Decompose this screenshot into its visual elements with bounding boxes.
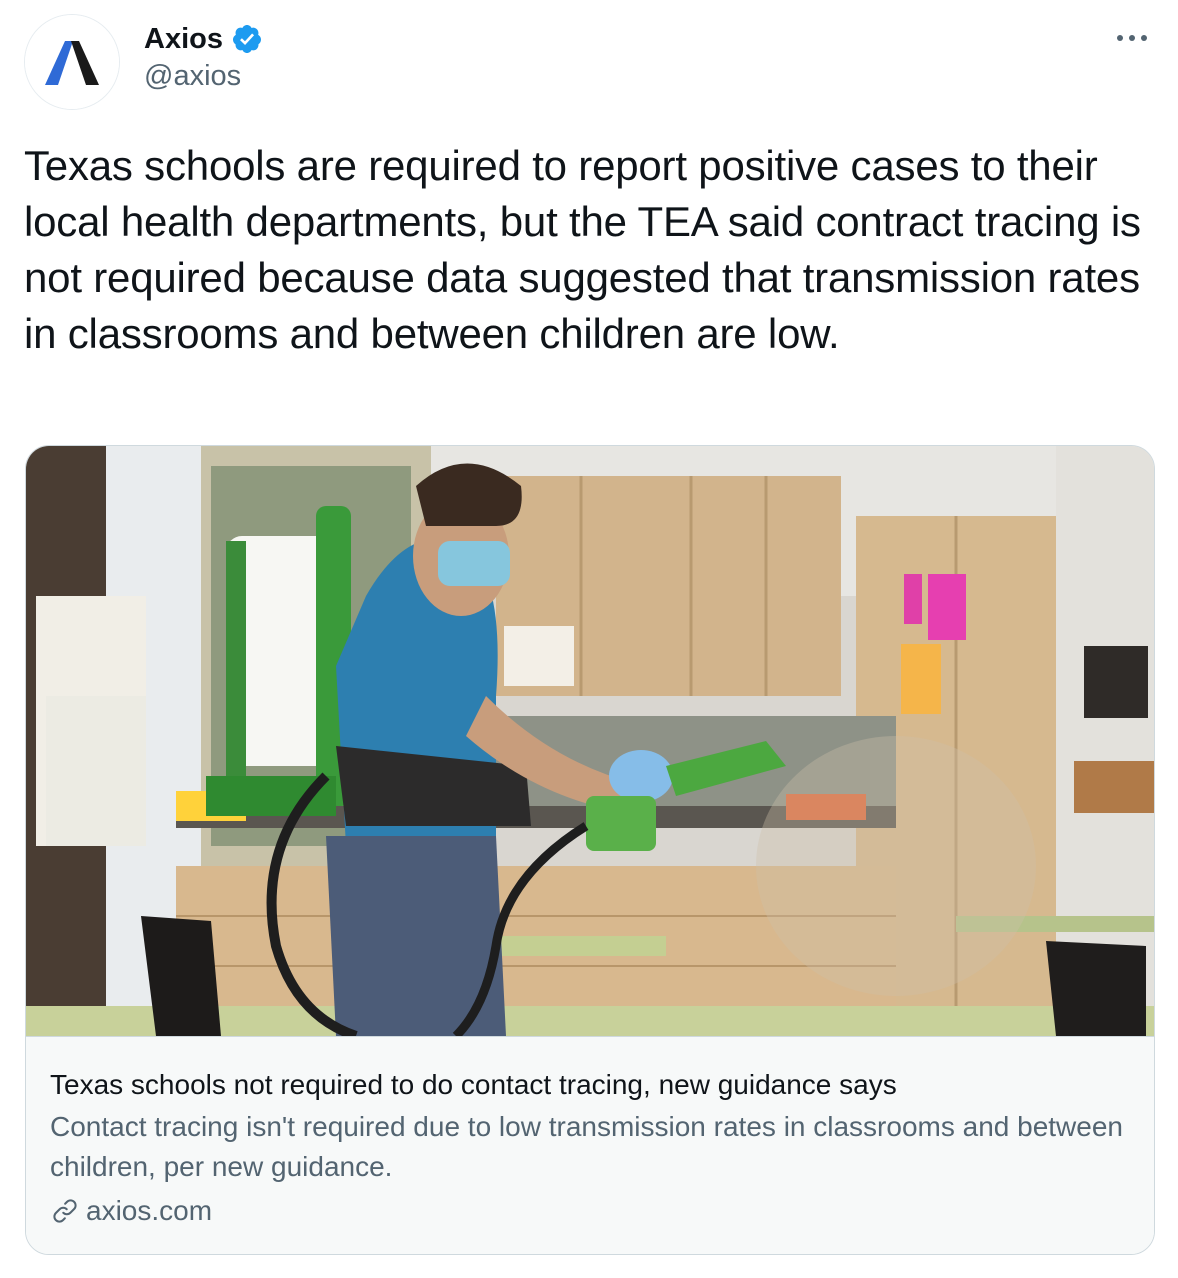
verified-badge-icon (231, 23, 263, 55)
author-block: Axios @axios (144, 20, 263, 93)
more-options-button[interactable] (1110, 20, 1154, 56)
handle[interactable]: @axios (144, 60, 263, 93)
card-description: Contact tracing isn't required due to lo… (50, 1111, 1123, 1182)
link-icon (50, 1196, 80, 1226)
more-horizontal-icon (1117, 35, 1147, 41)
card-title: Texas schools not required to do contact… (50, 1069, 897, 1100)
card-domain-row: axios.com (50, 1191, 1130, 1231)
tweet-text: Texas schools are required to report pos… (24, 142, 1141, 357)
display-name[interactable]: Axios (144, 23, 223, 56)
display-name-row: Axios (144, 20, 263, 58)
axios-logo-icon (25, 15, 119, 109)
card-domain[interactable]: axios.com (86, 1195, 212, 1227)
link-card[interactable]: Texas schools not required to do contact… (25, 445, 1155, 1255)
card-footer: Texas schools not required to do contact… (26, 1036, 1154, 1254)
tweet-header: Axios @axios (24, 14, 1154, 110)
avatar[interactable] (24, 14, 120, 110)
card-photo[interactable] (26, 446, 1154, 1036)
